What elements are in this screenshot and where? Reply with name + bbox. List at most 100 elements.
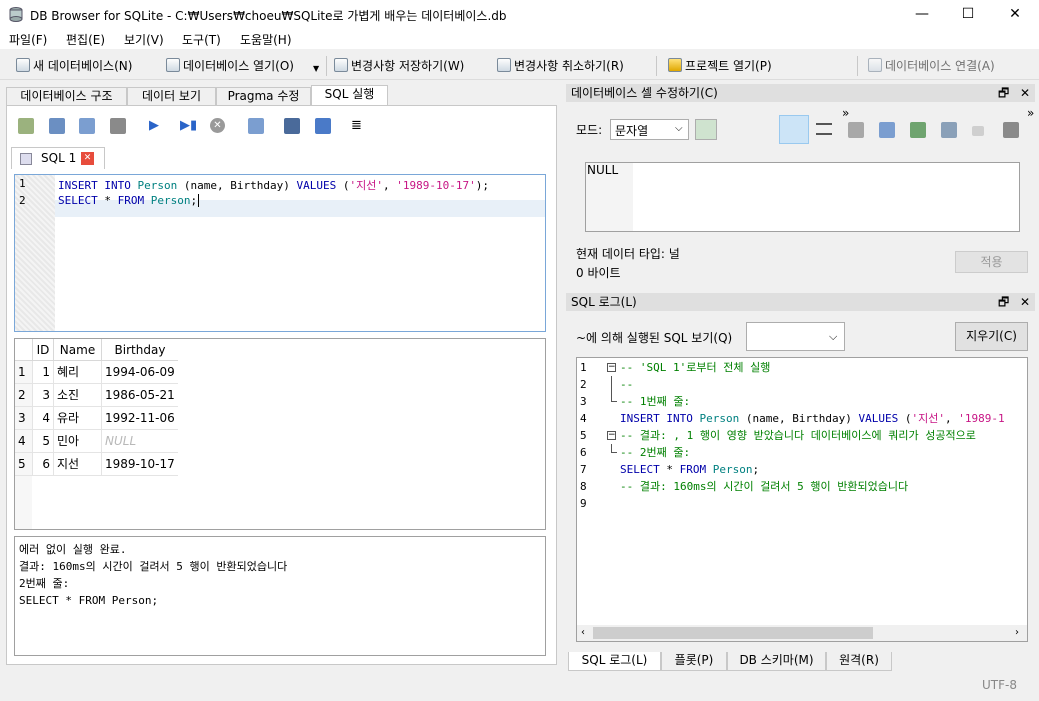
maximize-button[interactable]: ☐ <box>945 0 991 29</box>
tab-remote[interactable]: 원격(R) <box>826 652 892 671</box>
main-toolbar: 새 데이터베이스(N) 데이터베이스 열기(O) ▼ 변경사항 저장하기(W) … <box>0 50 1039 125</box>
close-dock-icon[interactable]: ✕ <box>1020 84 1030 102</box>
cell-name[interactable]: 소진 <box>53 384 101 407</box>
find-replace-icon[interactable] <box>315 118 331 134</box>
execution-message-box: 에러 없이 실행 완료. 결과: 160ms의 시간이 걸려서 5 행이 반환되었… <box>14 536 546 656</box>
float-dock-icon[interactable]: 🗗 <box>998 84 1009 102</box>
log-line: -- 2번째 줄: <box>620 444 690 461</box>
menu-help[interactable]: 도움말(H) <box>240 31 292 48</box>
cell-birthday[interactable]: NULL <box>101 430 178 453</box>
export-icon[interactable] <box>879 122 895 138</box>
apply-button[interactable]: 적용 <box>955 251 1028 273</box>
print-icon[interactable] <box>110 118 126 134</box>
cell-id[interactable]: 1 <box>32 361 53 384</box>
tab-plot[interactable]: 플롯(P) <box>661 652 727 671</box>
stop-execution-icon[interactable]: ✕ <box>210 118 225 133</box>
close-tab-icon[interactable]: ✕ <box>81 152 94 165</box>
fold-toggle-icon[interactable]: − <box>607 431 616 440</box>
status-bar: UTF-8 <box>0 674 1039 701</box>
toolbar-overflow-icon-2[interactable]: » <box>1027 106 1034 120</box>
results-grid[interactable]: ID Name Birthday 1 1 혜리 1994-06-09 2 3 소진 1986-05-… <box>14 338 546 530</box>
auto-switch-mode-icon[interactable] <box>695 119 717 140</box>
row-number[interactable]: 4 <box>15 430 32 453</box>
cell-id[interactable]: 4 <box>32 407 53 430</box>
eraser-icon[interactable] <box>972 126 984 136</box>
column-header[interactable]: Name <box>53 339 101 362</box>
cell-birthday[interactable]: 1992-11-06 <box>101 407 178 430</box>
tab-browse-data[interactable]: 데이터 보기 <box>127 87 216 106</box>
print-cell-icon[interactable] <box>1003 122 1019 138</box>
cell-name[interactable]: 혜리 <box>53 361 101 384</box>
cell-name[interactable]: 유라 <box>53 407 101 430</box>
tab-database-structure[interactable]: 데이터베이스 구조 <box>6 87 127 106</box>
execute-all-icon[interactable]: ▶ <box>149 118 159 133</box>
save-results-icon[interactable] <box>248 118 264 134</box>
cell-birthday[interactable]: 1986-05-21 <box>101 384 178 407</box>
open-db-dropdown-icon[interactable]: ▼ <box>313 64 319 73</box>
import-icon[interactable] <box>848 122 864 138</box>
horizontal-scrollbar[interactable]: ‹ › <box>577 625 1027 641</box>
execute-current-line-icon[interactable]: ▶▮ <box>180 118 197 133</box>
close-dock-icon[interactable]: ✕ <box>1020 293 1030 311</box>
mode-select[interactable]: 문자열 ⌵ <box>610 119 689 140</box>
revert-changes-button[interactable]: 변경사항 취소하기(R) <box>497 55 624 75</box>
fold-toggle-icon[interactable]: − <box>607 363 616 372</box>
word-wrap-toggle-icon[interactable] <box>779 115 809 144</box>
menu-tools[interactable]: 도구(T) <box>182 31 221 48</box>
indent-icon[interactable] <box>816 123 832 135</box>
cell-id[interactable]: 3 <box>32 384 53 407</box>
set-null-icon[interactable] <box>910 122 926 138</box>
comment-icon[interactable]: ≣ <box>351 118 362 133</box>
menu-view[interactable]: 보기(V) <box>124 31 164 48</box>
toolbar-separator <box>656 56 657 76</box>
scroll-left-icon[interactable]: ‹ <box>581 625 585 641</box>
open-project-button[interactable]: 프로젝트 열기(P) <box>668 55 772 75</box>
cell-birthday[interactable]: 1994-06-09 <box>101 361 178 384</box>
tab-execute-sql[interactable]: SQL 실행 <box>311 85 388 106</box>
scroll-right-icon[interactable]: › <box>1015 625 1019 641</box>
cell-id[interactable]: 6 <box>32 453 53 476</box>
cell-value-editor[interactable]: NULL <box>585 162 1020 232</box>
menu-edit[interactable]: 편집(E) <box>66 31 105 48</box>
attach-database-button[interactable]: 데이터베이스 연결(A) <box>868 55 995 75</box>
column-header[interactable]: Birthday <box>101 339 178 362</box>
cell-birthday[interactable]: 1989-10-17 <box>101 453 178 476</box>
code-token: INSERT INTO <box>620 412 700 425</box>
open-tab-icon[interactable] <box>18 118 34 134</box>
close-window-button[interactable]: ✕ <box>992 0 1038 29</box>
row-number[interactable]: 1 <box>15 361 32 384</box>
open-external-icon[interactable] <box>941 122 957 138</box>
log-line: -- 'SQL 1'로부터 전체 실행 <box>620 359 770 376</box>
row-number[interactable]: 5 <box>15 453 32 476</box>
clear-log-button[interactable]: 지우기(C) <box>955 322 1028 351</box>
open-sql-file-icon[interactable] <box>49 118 65 134</box>
code-token: -- 결과: 160ms의 시간이 걸려서 5 행이 반환되었습니다 <box>620 480 909 493</box>
toolbar-overflow-icon[interactable]: » <box>842 106 849 120</box>
row-number[interactable]: 3 <box>15 407 32 430</box>
cell-name[interactable]: 지선 <box>53 453 101 476</box>
sql-editor-tab[interactable]: SQL 1 ✕ <box>11 147 105 169</box>
cell-id[interactable]: 5 <box>32 430 53 453</box>
tab-sql-log[interactable]: SQL 로그(L) <box>568 652 661 671</box>
row-number[interactable]: 2 <box>15 384 32 407</box>
sql-editor[interactable]: 1 INSERT INTO Person (name, Birthday) VAL… <box>14 174 546 332</box>
log-filter-select[interactable]: ⌵ <box>746 322 845 351</box>
find-text-icon[interactable] <box>284 118 300 134</box>
menu-file[interactable]: 파일(F) <box>9 31 47 48</box>
tab-edit-pragmas[interactable]: Pragma 수정 <box>216 87 311 106</box>
new-database-button[interactable]: 새 데이터베이스(N) <box>16 55 132 75</box>
sql-log-view[interactable]: 1− -- 'SQL 1'로부터 전체 실행 2 -- 3 -- 1번째 줄: 4 INSER… <box>576 357 1028 642</box>
new-db-icon <box>16 58 30 72</box>
tab-db-schema[interactable]: DB 스키마(M) <box>727 652 826 671</box>
fold-marker <box>611 393 617 402</box>
open-database-button[interactable]: 데이터베이스 열기(O) <box>166 55 294 75</box>
minimize-button[interactable]: — <box>899 0 945 29</box>
save-sql-file-icon[interactable] <box>79 118 95 134</box>
cell-name[interactable]: 민아 <box>53 430 101 453</box>
float-dock-icon[interactable]: 🗗 <box>998 293 1009 311</box>
column-header[interactable]: ID <box>32 339 53 362</box>
scrollbar-thumb[interactable] <box>593 627 873 639</box>
write-changes-button[interactable]: 변경사항 저장하기(W) <box>334 55 464 75</box>
line-number: 5 <box>580 429 587 442</box>
line-number: 9 <box>580 497 587 510</box>
